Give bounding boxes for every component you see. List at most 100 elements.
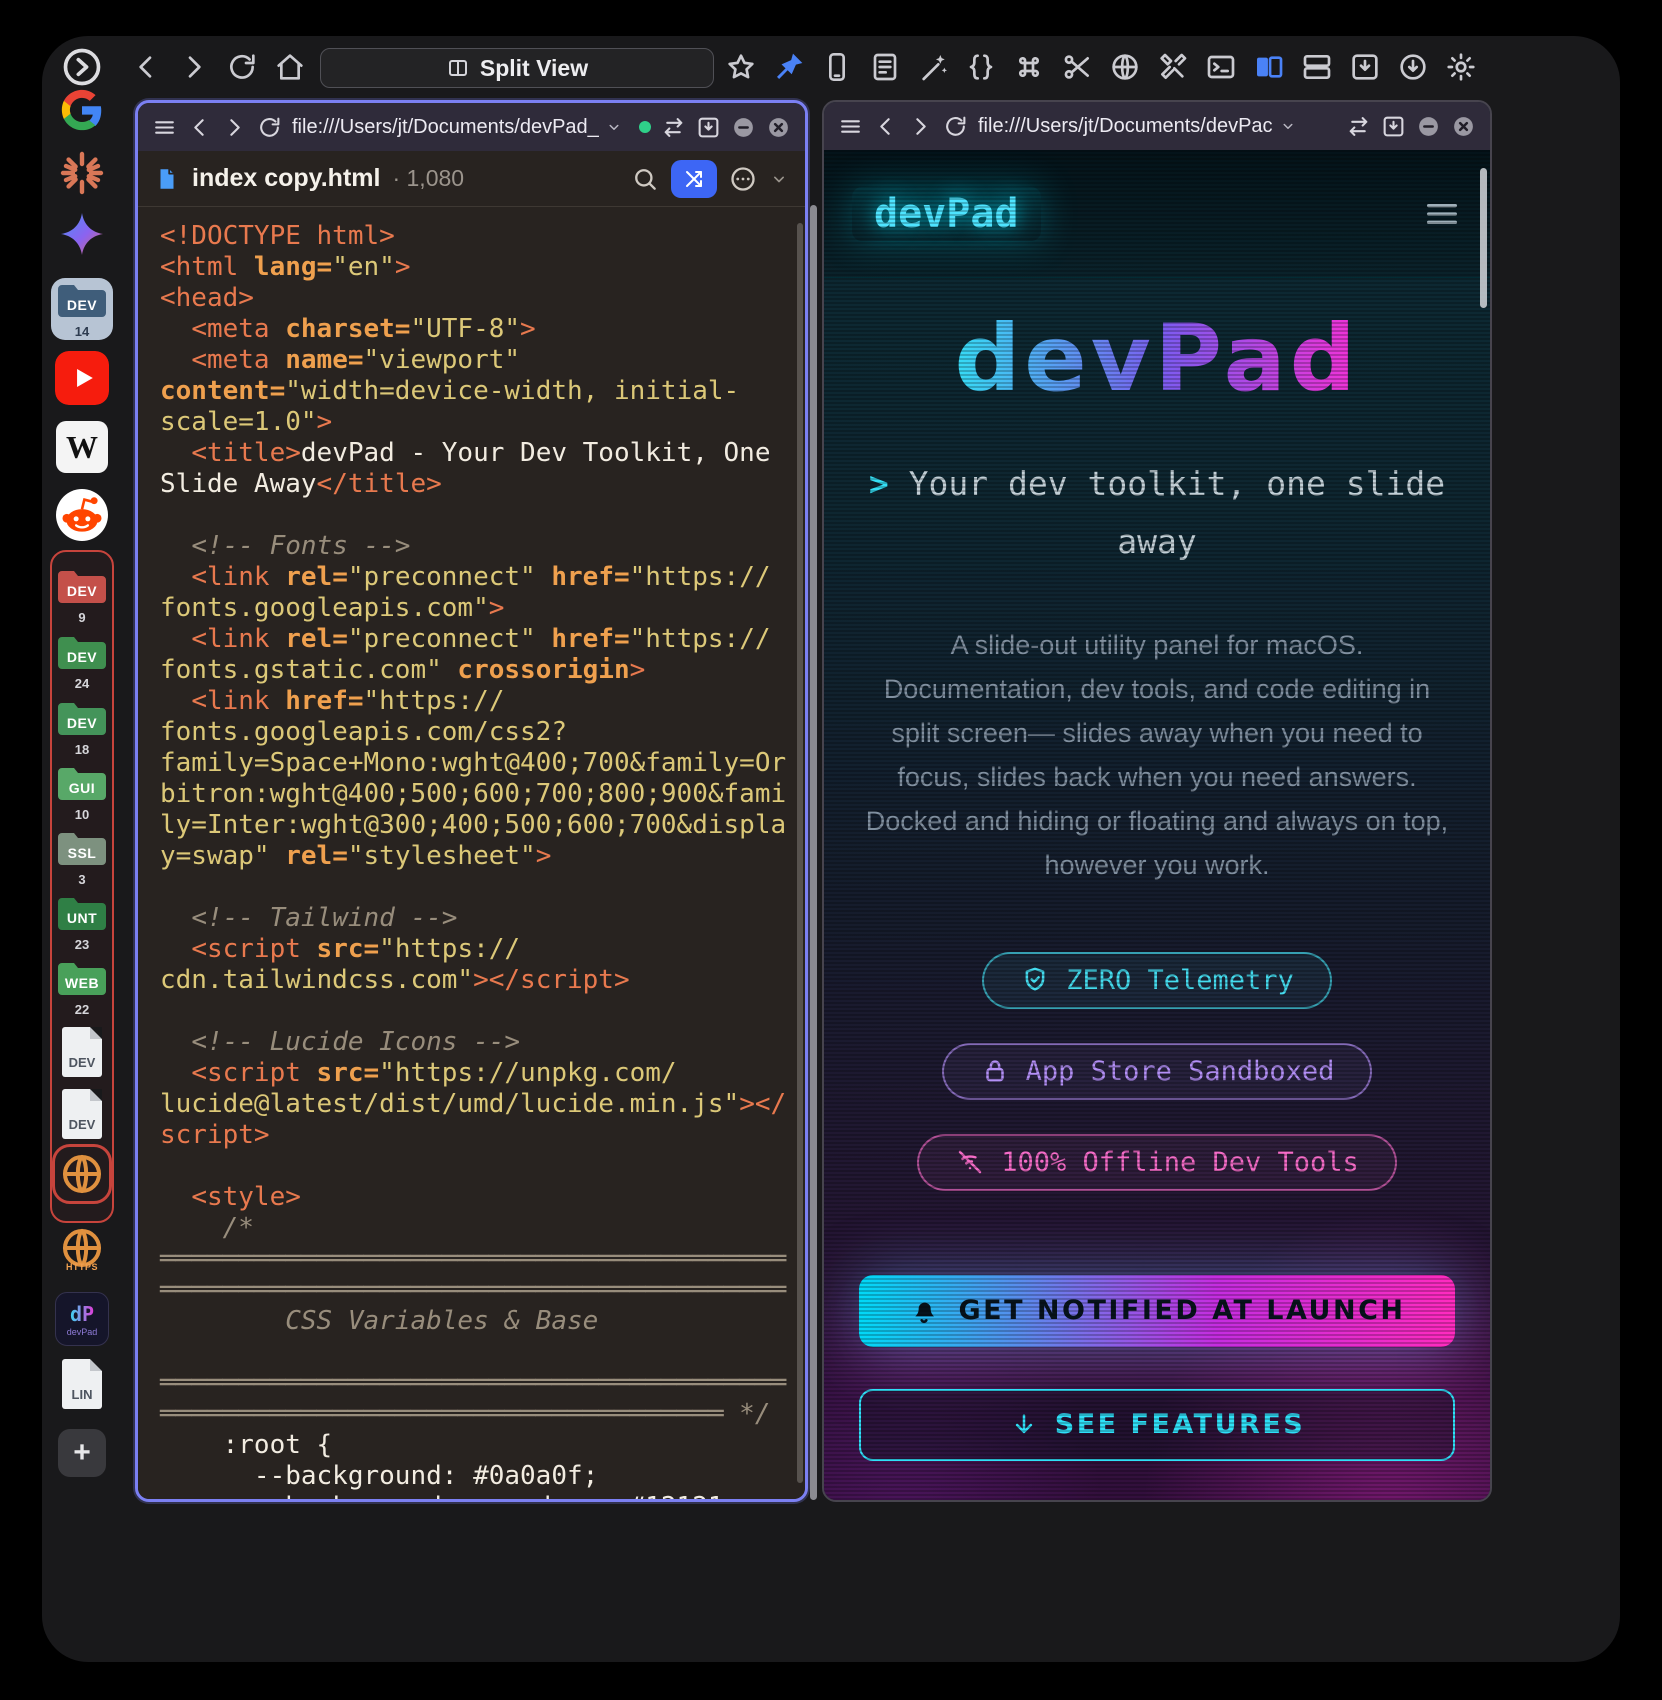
sidebar-item-devpad[interactable]: dPdevPad: [55, 1292, 109, 1346]
see-features-button[interactable]: SEE FEATURES: [859, 1389, 1455, 1461]
badge-1[interactable]: ZERO Telemetry: [982, 952, 1332, 1009]
code-token: "viewport": [364, 345, 521, 375]
back-icon[interactable]: [130, 51, 162, 83]
pane-forward-icon[interactable]: [222, 115, 247, 140]
pane-menu-icon[interactable]: [838, 114, 863, 139]
hero-tagline: > Your dev toolkit, one slide away: [852, 455, 1462, 571]
settings-icon[interactable]: [1445, 51, 1477, 83]
code-token: "https://unpkg.com/: [379, 1058, 676, 1088]
shuffle-icon: [682, 167, 706, 191]
badge-3[interactable]: 100% Offline Dev Tools: [917, 1134, 1397, 1191]
pane-url[interactable]: file:///Users/jt/Documents/devPad_: [292, 116, 629, 139]
split-view-icon[interactable]: [1253, 51, 1285, 83]
file-icon: [154, 165, 180, 193]
pane-forward-icon[interactable]: [908, 114, 933, 139]
sidebar-item-folder-dev-9[interactable]: DEV9: [56, 565, 108, 625]
download-box-icon[interactable]: [1381, 114, 1406, 139]
sidebar-item-doc-lin[interactable]: LIN: [62, 1359, 102, 1409]
pane-reload-icon[interactable]: [257, 115, 282, 140]
new-tab-button[interactable]: +: [58, 1429, 106, 1477]
swap-tabs-icon[interactable]: [1346, 114, 1371, 139]
more-chevron-icon[interactable]: [769, 169, 789, 189]
pane-url-text: file:///Users/jt/Documents/devPad_: [292, 116, 599, 139]
code-token: [160, 624, 191, 654]
code-token: Slide Away: [160, 469, 317, 499]
sidebar-item-folder-dev-18[interactable]: DEV18: [56, 697, 108, 757]
star-icon[interactable]: [725, 51, 757, 83]
braces-icon[interactable]: [965, 51, 997, 83]
reload-icon[interactable]: [226, 51, 258, 83]
left-pane-scrollbar[interactable]: [797, 223, 803, 1483]
download-icon[interactable]: [1397, 51, 1429, 83]
close-pane-icon[interactable]: [766, 115, 791, 140]
terminal-icon[interactable]: [1205, 51, 1237, 83]
badge-2[interactable]: App Store Sandboxed: [942, 1043, 1373, 1100]
code-line: <link href="https://: [160, 686, 805, 717]
folder-label: DEV: [56, 297, 108, 313]
sidebar-item-wikipedia[interactable]: W: [56, 421, 108, 473]
rows-icon[interactable]: [1301, 51, 1333, 83]
home-icon[interactable]: [274, 51, 306, 83]
sidebar-item-google[interactable]: [60, 88, 104, 132]
menu-icon[interactable]: [1422, 194, 1462, 234]
sidebar-item-doc-dev-1[interactable]: DEV: [62, 1027, 102, 1077]
code-token: charset=: [285, 314, 410, 344]
code-token: [160, 531, 191, 561]
code-line: ly=Inter:wght@300;400;500;600;700&displa: [160, 810, 805, 841]
document-label: DEV: [69, 1117, 96, 1132]
sidebar-item-folder-dev-14[interactable]: DEV14: [51, 278, 113, 340]
pin-icon[interactable]: [773, 51, 805, 83]
pane-reload-icon[interactable]: [943, 114, 968, 139]
pane-back-icon[interactable]: [873, 114, 898, 139]
tools-icon[interactable]: [1157, 51, 1189, 83]
code-token: family=Space+Mono:wght@400;700&family=Or: [160, 748, 786, 778]
code-token: <script: [191, 934, 316, 964]
code-token: <meta: [191, 345, 285, 375]
sidebar-item-folder-ssl-3[interactable]: SSL3: [56, 827, 108, 887]
device-icon[interactable]: [821, 51, 853, 83]
split-divider-handle[interactable]: [810, 205, 817, 1500]
tray-icon[interactable]: [1349, 51, 1381, 83]
scissors-icon[interactable]: [1061, 51, 1093, 83]
close-pane-icon[interactable]: [1451, 114, 1476, 139]
search-icon[interactable]: [631, 165, 659, 193]
sidebar-item-globe-https[interactable]: HTTPS: [58, 1224, 106, 1272]
code-editor[interactable]: <!DOCTYPE html><html lang="en"><head> <m…: [138, 207, 805, 1499]
sidebar-item-doc-dev-2[interactable]: DEV: [62, 1089, 102, 1139]
globe-icon[interactable]: [1109, 51, 1141, 83]
sidebar-item-reddit[interactable]: [56, 489, 108, 541]
folder-icon: GUI: [56, 762, 108, 806]
sidebar-item-folder-unt-23[interactable]: UNT23: [56, 892, 108, 952]
more-options-icon[interactable]: [729, 165, 757, 193]
code-token: "preconnect": [348, 624, 536, 654]
code-token: ════════════════════════════════════════: [160, 1275, 786, 1305]
code-token: <!DOCTYPE html>: [160, 221, 395, 251]
swap-tabs-icon[interactable]: [661, 115, 686, 140]
sidebar-item-folder-gui-10[interactable]: GUI10: [56, 762, 108, 822]
sidebar-item-globe-active[interactable]: [58, 1150, 106, 1198]
reader-icon[interactable]: [869, 51, 901, 83]
sidebar-item-gemini[interactable]: [58, 210, 106, 258]
right-pane-scrollbar[interactable]: [1480, 168, 1487, 308]
sidebar-item-claude[interactable]: [58, 149, 106, 197]
sidebar-item-youtube[interactable]: [55, 351, 109, 405]
format-button[interactable]: [671, 160, 717, 198]
devpad-logo[interactable]: devPad: [852, 187, 1041, 241]
pane-back-icon[interactable]: [187, 115, 212, 140]
get-notified-button[interactable]: GET NOTIFIED AT LAUNCH: [859, 1275, 1455, 1347]
sidebar-item-folder-dev-24[interactable]: DEV24: [56, 631, 108, 691]
address-bar[interactable]: Split View: [320, 48, 714, 88]
circle-minus-icon[interactable]: [731, 115, 756, 140]
code-line: --background: #0a0a0f;: [160, 1461, 805, 1492]
forward-icon[interactable]: [178, 51, 210, 83]
wand-icon[interactable]: [917, 51, 949, 83]
command-icon[interactable]: [1013, 51, 1045, 83]
download-box-icon[interactable]: [696, 115, 721, 140]
code-token: rel=: [285, 562, 348, 592]
code-line: cdn.tailwindcss.com"></script>: [160, 965, 805, 996]
sidebar-item-folder-web-22[interactable]: WEB22: [56, 957, 108, 1017]
code-line: fonts.googleapis.com/css2?: [160, 717, 805, 748]
pane-menu-icon[interactable]: [152, 115, 177, 140]
circle-minus-icon[interactable]: [1416, 114, 1441, 139]
pane-url[interactable]: file:///Users/jt/Documents/devPac: [978, 115, 1336, 138]
